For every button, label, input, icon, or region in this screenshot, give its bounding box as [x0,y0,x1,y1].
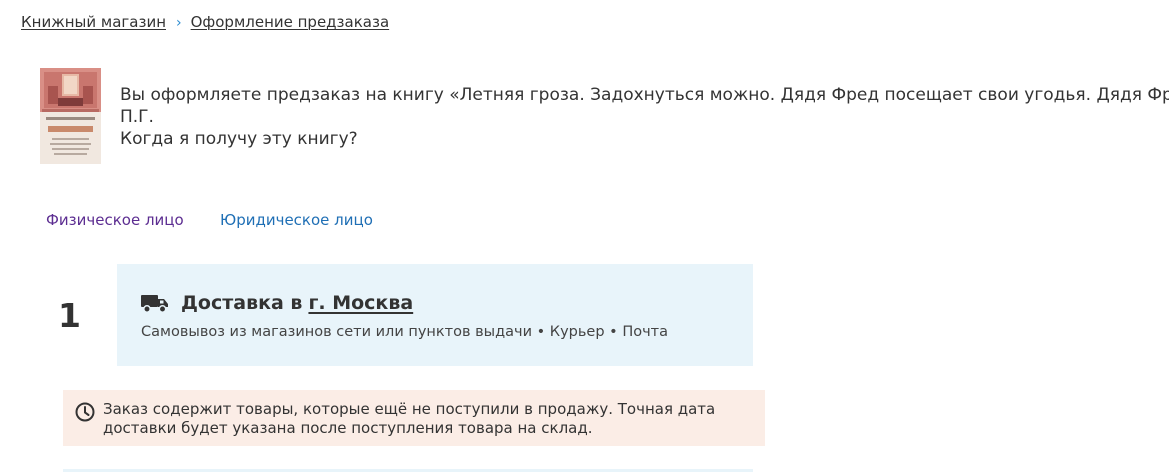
breadcrumb-separator-icon: › [176,15,182,31]
tab-legal-entity[interactable]: Юридическое лицо [220,211,373,229]
step-number: 1 [58,296,81,335]
preorder-page: Книжный магазин › Оформление предзаказа Вы… [0,0,1169,472]
warning-text: Заказ содержит товары, которые ещё не по… [103,400,715,438]
preorder-book-title: Вы оформляете предзаказ на книгу «Летняя… [120,85,1169,105]
tab-individual[interactable]: Физическое лицо [46,211,184,229]
breadcrumb-link-bookstore[interactable]: Книжный магазин [21,13,166,31]
breadcrumb: Книжный магазин › Оформление предзаказа [21,13,389,32]
preorder-book-author: П.Г. [120,107,154,127]
delivery-question: Когда я получу эту книгу? [120,129,358,149]
book-cover-image[interactable] [40,68,101,164]
warning-text-line: Заказ содержит товары, которые ещё не по… [103,400,716,418]
preorder-warning: Заказ содержит товары, которые ещё не по… [63,390,765,446]
warning-text-line: доставки будет указана после поступления… [103,419,593,437]
city-selector-link[interactable]: г. Москва [308,291,413,315]
clock-icon [75,402,95,422]
delivery-title-label: Доставка в [181,292,303,314]
preorder-book-info: Вы оформляете предзаказ на книгу «Летняя… [120,84,1169,150]
delivery-title: Доставка в г. Москва [141,291,413,315]
breadcrumb-link-preorder[interactable]: Оформление предзаказа [191,13,390,31]
delivery-card[interactable]: Доставка в г. Москва Самовывоз из магази… [117,264,753,366]
truck-icon [141,295,168,313]
delivery-methods: Самовывоз из магазинов сети или пунктов … [141,324,668,340]
